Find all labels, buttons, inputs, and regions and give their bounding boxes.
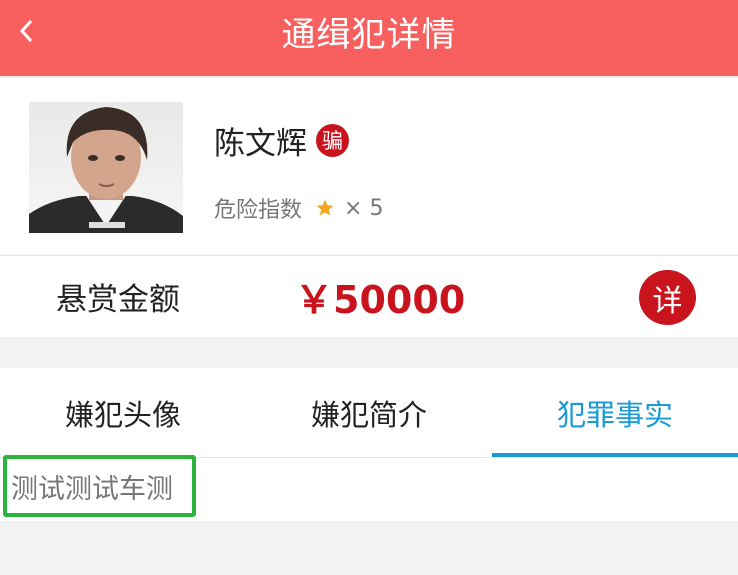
crime-facts-text: 测试测试车测 bbox=[3, 455, 196, 517]
tab-suspect-profile[interactable]: 嫌犯简介 bbox=[246, 368, 492, 457]
app-header: 通缉犯详情 bbox=[0, 0, 738, 76]
page-title: 通缉犯详情 bbox=[281, 14, 457, 55]
reward-amount: ￥50000 bbox=[295, 278, 466, 322]
suspect-name: 陈文辉 bbox=[214, 125, 307, 162]
reward-label: 悬赏金额 bbox=[56, 282, 180, 318]
danger-index-row: 危险指数 × 5 bbox=[214, 188, 383, 228]
name-row: 陈文辉 骗 bbox=[214, 118, 349, 162]
tab-bar: 嫌犯头像 嫌犯简介 犯罪事实 bbox=[0, 368, 738, 458]
danger-index-label: 危险指数 bbox=[214, 198, 303, 223]
reward-detail-button[interactable]: 详 bbox=[639, 270, 696, 325]
tab-crime-facts[interactable]: 犯罪事实 bbox=[492, 368, 738, 457]
suspect-photo bbox=[29, 102, 183, 233]
tab-suspect-photo[interactable]: 嫌犯头像 bbox=[0, 368, 246, 457]
tab-content: 测试测试车测 bbox=[0, 455, 738, 521]
suspect-profile-card: 陈文辉 骗 危险指数 × 5 bbox=[0, 78, 738, 254]
star-icon bbox=[315, 198, 335, 218]
reward-row: 悬赏金额 ￥50000 详 bbox=[0, 255, 738, 337]
crime-type-badge: 骗 bbox=[316, 123, 349, 157]
danger-multiplier: × 5 bbox=[344, 195, 384, 221]
